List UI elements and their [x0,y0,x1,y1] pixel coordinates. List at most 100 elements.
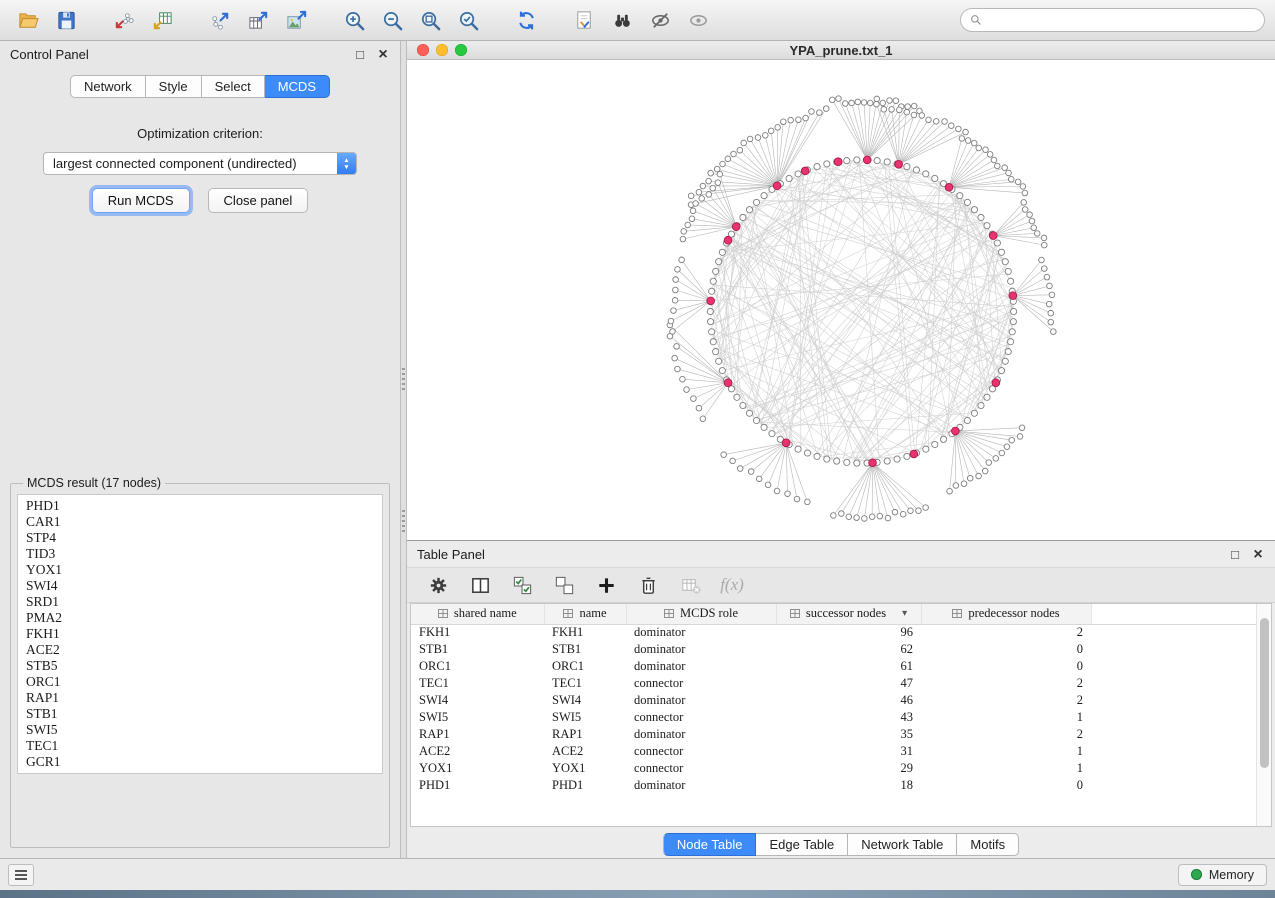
function-builder-button[interactable]: f(x) [717,571,747,599]
table-row[interactable]: ACE2 ACE2 connector 31 1 [411,743,1271,760]
table-row[interactable]: FKH1 FKH1 dominator 96 2 [411,624,1271,641]
main-area: Control Panel □ × NetworkStyleSelectMCDS… [0,41,1275,858]
control-panel-tab[interactable]: Network [70,75,146,98]
table-panel-tab[interactable]: Edge Table [756,833,848,856]
table-scrollbar[interactable] [1256,604,1271,826]
zoom-fit-button[interactable] [412,4,448,36]
table-row[interactable]: STB1 STB1 dominator 62 0 [411,641,1271,658]
mcds-result-item[interactable]: RAP1 [26,690,374,706]
save-session-button[interactable] [48,4,84,36]
close-table-panel-button[interactable]: × [1251,547,1265,561]
network-window-titlebar: YPA_prune.txt_1 [407,41,1275,60]
close-panel-action-button[interactable]: Close panel [208,188,309,213]
zoom-selected-button[interactable] [450,4,486,36]
cell-predecessor-nodes: 2 [921,692,1091,709]
column-header-predecessor-nodes[interactable]: predecessor nodes [921,604,1091,624]
mcds-result-item[interactable]: ORC1 [26,674,374,690]
toggle-column-view-button[interactable] [465,571,495,599]
delete-table-button[interactable] [675,571,705,599]
float-table-panel-button[interactable]: □ [1228,547,1242,561]
import-network-button[interactable] [106,4,142,36]
table-row[interactable]: YOX1 YOX1 connector 29 1 [411,760,1271,777]
table-panel-tab[interactable]: Network Table [848,833,957,856]
mcds-result-item[interactable]: STB5 [26,658,374,674]
status-menu-button[interactable] [8,864,34,886]
mcds-result-item[interactable]: SWI4 [26,578,374,594]
apply-layout-button[interactable] [508,4,544,36]
export-table-button[interactable] [240,4,276,36]
window-maximize-traffic-light[interactable] [455,44,467,56]
cell-mcds-role: connector [626,743,776,760]
find-button[interactable] [604,4,640,36]
table-row[interactable]: PHD1 PHD1 dominator 18 0 [411,777,1271,794]
column-header-successor-nodes[interactable]: successor nodes▾ [776,604,921,624]
sort-caret-icon: ▾ [902,608,907,619]
import-network-icon [113,9,136,32]
control-panel-tab[interactable]: MCDS [265,75,330,98]
column-header-name[interactable]: name [544,604,626,624]
network-graph[interactable] [407,60,1275,540]
table-row[interactable]: SWI5 SWI5 connector 43 1 [411,709,1271,726]
zoom-out-button[interactable] [374,4,410,36]
select-all-columns-button[interactable] [507,571,537,599]
mcds-result-item[interactable]: TEC1 [26,738,374,754]
table-row[interactable]: RAP1 RAP1 dominator 35 2 [411,726,1271,743]
export-network-button[interactable] [202,4,238,36]
open-session-button[interactable] [10,4,46,36]
table-panel-tab[interactable]: Motifs [957,833,1019,856]
cell-successor-nodes: 61 [776,658,921,675]
search-input[interactable] [988,12,1256,28]
mcds-result-item[interactable]: TID3 [26,546,374,562]
cell-mcds-role: connector [626,675,776,692]
zoom-in-button[interactable] [336,4,372,36]
cell-filler [1091,658,1271,675]
hide-graphics-details-button[interactable] [642,4,678,36]
control-panel-tab[interactable]: Style [146,75,202,98]
criterion-select[interactable]: largest connected component (undirected)… [43,152,357,175]
mcds-result-item[interactable]: SWI5 [26,722,374,738]
mcds-result-item[interactable]: GCR1 [26,754,374,770]
deselect-all-columns-button[interactable] [549,571,579,599]
mcds-result-item[interactable]: ACE2 [26,642,374,658]
cytoscape-window: Control Panel □ × NetworkStyleSelectMCDS… [0,0,1275,898]
table-row[interactable]: SWI4 SWI4 dominator 46 2 [411,692,1271,709]
column-header-shared-name[interactable]: shared name [411,604,544,624]
cell-successor-nodes: 47 [776,675,921,692]
float-panel-button[interactable]: □ [353,47,367,61]
mcds-result-item[interactable]: FKH1 [26,626,374,642]
import-table-button[interactable] [144,4,180,36]
mcds-result-item[interactable]: PHD1 [26,498,374,514]
run-mcds-button[interactable]: Run MCDS [92,188,190,213]
cell-successor-nodes: 96 [776,624,921,641]
table-row[interactable]: ORC1 ORC1 dominator 61 0 [411,658,1271,675]
show-graphics-details-button[interactable] [680,4,716,36]
cell-name: PHD1 [544,777,626,794]
mcds-result-item[interactable]: CAR1 [26,514,374,530]
table-settings-button[interactable] [423,571,453,599]
panel-splitter[interactable] [400,41,407,858]
export-image-button[interactable] [278,4,314,36]
list-icon [15,870,27,872]
add-column-button[interactable] [591,571,621,599]
memory-button[interactable]: Memory [1178,864,1267,886]
mcds-result-item[interactable]: STB1 [26,706,374,722]
search-box[interactable] [960,8,1265,32]
delete-columns-button[interactable] [633,571,663,599]
table-row[interactable]: TEC1 TEC1 connector 47 2 [411,675,1271,692]
window-close-traffic-light[interactable] [417,44,429,56]
mcds-result-list[interactable]: PHD1CAR1STP4TID3YOX1SWI4SRD1PMA2FKH1ACE2… [17,494,383,774]
table-panel-tab[interactable]: Node Table [663,833,757,856]
mcds-result-item[interactable]: YOX1 [26,562,374,578]
mcds-result-item[interactable]: SRD1 [26,594,374,610]
column-header-mcds-role[interactable]: MCDS role [626,604,776,624]
control-panel-spacer [8,213,392,476]
mcds-result-item[interactable]: PMA2 [26,610,374,626]
cell-name: FKH1 [544,624,626,641]
new-network-from-selection-button[interactable] [566,4,602,36]
window-minimize-traffic-light[interactable] [436,44,448,56]
cell-name: SWI5 [544,709,626,726]
scrollbar-thumb[interactable] [1260,618,1269,768]
control-panel-tab[interactable]: Select [202,75,265,98]
close-panel-button[interactable]: × [376,47,390,61]
mcds-result-item[interactable]: STP4 [26,530,374,546]
